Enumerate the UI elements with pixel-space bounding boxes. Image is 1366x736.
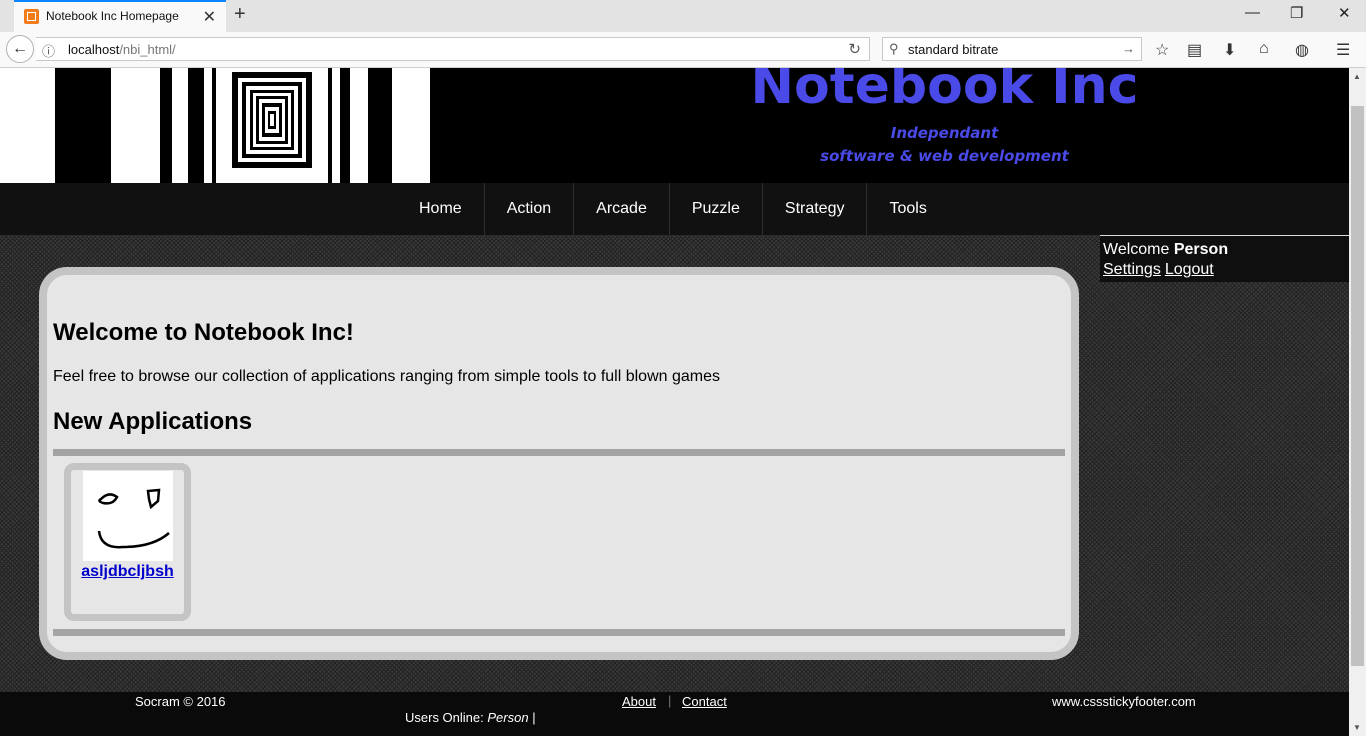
welcome-prefix: Welcome	[1103, 241, 1170, 258]
user-panel: Welcome Person Settings Logout	[1100, 235, 1349, 282]
close-tab-icon[interactable]: ✕	[203, 7, 216, 27]
search-query[interactable]: standard bitrate	[908, 42, 998, 57]
downloads-arrow-icon[interactable]: ⬇	[1223, 40, 1236, 60]
back-arrow-icon[interactable]: ←	[6, 35, 34, 63]
footer-contact-link[interactable]: Contact	[682, 694, 727, 709]
bookmark-star-icon[interactable]: ☆	[1155, 40, 1169, 60]
nav-item-home[interactable]: Home	[397, 183, 485, 235]
header-logo-stripes-icon	[55, 68, 540, 183]
browser-tab-strip: Notebook Inc Homepage ✕ + — ❐ ✕	[0, 0, 1366, 32]
web-page: Notebook Inc Independant software & web …	[0, 68, 1349, 736]
settings-link[interactable]: Settings	[1103, 261, 1161, 278]
search-go-arrow-icon[interactable]: →	[1122, 41, 1135, 56]
users-online: Users Online: Person |	[405, 710, 536, 725]
url-path: /nbi_html/	[119, 42, 176, 57]
logout-link[interactable]: Logout	[1165, 261, 1214, 278]
address-bar[interactable]: ⓘ localhost/nbi_html/ ↻	[36, 37, 870, 61]
search-icon: ⚲	[889, 41, 899, 56]
username: Person	[1173, 241, 1229, 258]
divider-bottom	[53, 629, 1065, 636]
url-host: localhost	[68, 42, 120, 57]
main-nav: Home Action Arcade Puzzle Strategy Tools	[0, 183, 1349, 235]
users-online-trailer: |	[532, 710, 536, 725]
nav-item-action[interactable]: Action	[485, 183, 575, 235]
main-nav-menu: Home Action Arcade Puzzle Strategy Tools	[397, 183, 949, 235]
home-icon[interactable]: ⌂	[1259, 40, 1269, 58]
footer-about-link[interactable]: About	[622, 694, 656, 709]
users-online-name: Person	[487, 710, 529, 725]
tab-title: Notebook Inc Homepage	[46, 9, 179, 23]
browser-toolbar: ← ⓘ localhost/nbi_html/ ↻ ⚲ standard bit…	[0, 32, 1366, 68]
scrollbar-thumb[interactable]	[1351, 106, 1364, 666]
page-scrollbar[interactable]: ▲ ▼	[1349, 68, 1366, 736]
site-header: Notebook Inc Independant software & web …	[0, 68, 1349, 183]
footer-copyright: Socram © 2016	[135, 694, 226, 709]
site-favicon-icon	[24, 9, 39, 24]
nav-item-tools[interactable]: Tools	[867, 183, 948, 235]
nav-item-arcade[interactable]: Arcade	[574, 183, 670, 235]
divider-top	[53, 449, 1065, 456]
hamburger-menu-icon[interactable]: ☰	[1336, 40, 1350, 60]
browser-tab[interactable]: Notebook Inc Homepage ✕	[14, 0, 226, 32]
welcome-text: Welcome Person	[1103, 241, 1228, 259]
brand-tagline-2: software & web development	[820, 147, 1069, 165]
app-thumbnail-smiley-icon[interactable]	[83, 471, 173, 561]
nav-item-puzzle[interactable]: Puzzle	[670, 183, 763, 235]
reload-icon[interactable]: ↻	[848, 40, 861, 58]
brand-tagline-1: Independant	[890, 124, 999, 142]
brand-block: Notebook Inc Independant software & web …	[540, 68, 1349, 183]
user-links: Settings Logout	[1103, 261, 1218, 279]
address-url[interactable]: localhost/nbi_html/	[68, 42, 176, 57]
minimize-window-icon[interactable]: —	[1245, 4, 1260, 21]
content-panel: Welcome to Notebook Inc! Feel free to br…	[39, 267, 1079, 660]
search-bar[interactable]: ⚲ standard bitrate →	[882, 37, 1142, 61]
intro-text: Feel free to browse our collection of ap…	[53, 368, 720, 385]
footer-site: www.cssstickyfooter.com	[1052, 694, 1196, 709]
reader-list-icon[interactable]: ▤	[1187, 40, 1202, 60]
footer-separator: |	[668, 693, 672, 708]
globe-icon[interactable]: ◍	[1295, 40, 1309, 60]
users-online-label: Users Online:	[405, 710, 484, 725]
new-tab-icon[interactable]: +	[234, 3, 246, 26]
site-footer: Socram © 2016 About | Contact www.csssti…	[0, 692, 1349, 736]
page-title: Welcome to Notebook Inc!	[53, 319, 354, 346]
close-window-icon[interactable]: ✕	[1338, 4, 1351, 22]
scroll-down-arrow-icon[interactable]: ▼	[1353, 723, 1361, 732]
app-card[interactable]: asljdbcljbsh	[64, 463, 191, 621]
info-icon[interactable]: ⓘ	[42, 41, 55, 60]
app-link[interactable]: asljdbcljbsh	[71, 563, 184, 581]
brand-name: Notebook Inc	[750, 68, 1139, 116]
nav-item-strategy[interactable]: Strategy	[763, 183, 868, 235]
scroll-up-arrow-icon[interactable]: ▲	[1353, 72, 1361, 81]
restore-window-icon[interactable]: ❐	[1290, 4, 1303, 22]
new-apps-heading: New Applications	[53, 408, 253, 435]
